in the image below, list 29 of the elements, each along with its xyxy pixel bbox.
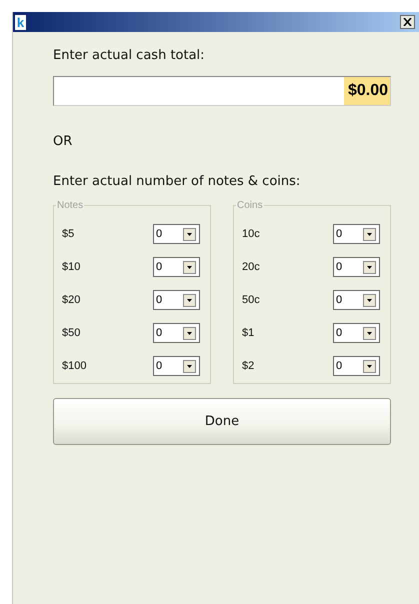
cash-total-label: Enter actual cash total:: [53, 48, 206, 65]
close-button[interactable]: [400, 15, 415, 29]
count-dropdown[interactable]: 0: [153, 323, 200, 343]
denomination-label: 10c: [242, 228, 260, 240]
denomination-label: 20c: [242, 261, 260, 273]
denomination-label: 50c: [242, 294, 260, 306]
close-icon: [403, 18, 412, 26]
cash-value: $0.00: [344, 77, 390, 105]
denomination-label: $10: [62, 261, 80, 273]
denomination-label: $50: [62, 327, 80, 339]
denomination-label: $20: [62, 294, 80, 306]
count-dropdown[interactable]: 0: [153, 356, 200, 376]
count-dropdown[interactable]: 0: [333, 257, 380, 277]
count-dropdown[interactable]: 0: [333, 290, 380, 310]
count-dropdown[interactable]: 0: [153, 224, 200, 244]
or-label: OR: [53, 134, 74, 151]
count-dropdown[interactable]: 0: [333, 224, 380, 244]
count-label: Enter actual number of notes & coins:: [53, 174, 302, 191]
count-dropdown[interactable]: 0: [153, 257, 200, 277]
denomination-label: $1: [242, 327, 254, 339]
denomination-label: $100: [62, 360, 86, 372]
count-dropdown[interactable]: 0: [333, 323, 380, 343]
count-dropdown[interactable]: 0: [153, 290, 200, 310]
denomination-label: $5: [62, 228, 74, 240]
denomination-label: $2: [242, 360, 254, 372]
count-dropdown[interactable]: 0: [333, 356, 380, 376]
cash-total-field[interactable]: $0.00: [53, 76, 391, 106]
done-button[interactable]: Done: [53, 398, 391, 445]
app-logo: k: [15, 14, 26, 30]
